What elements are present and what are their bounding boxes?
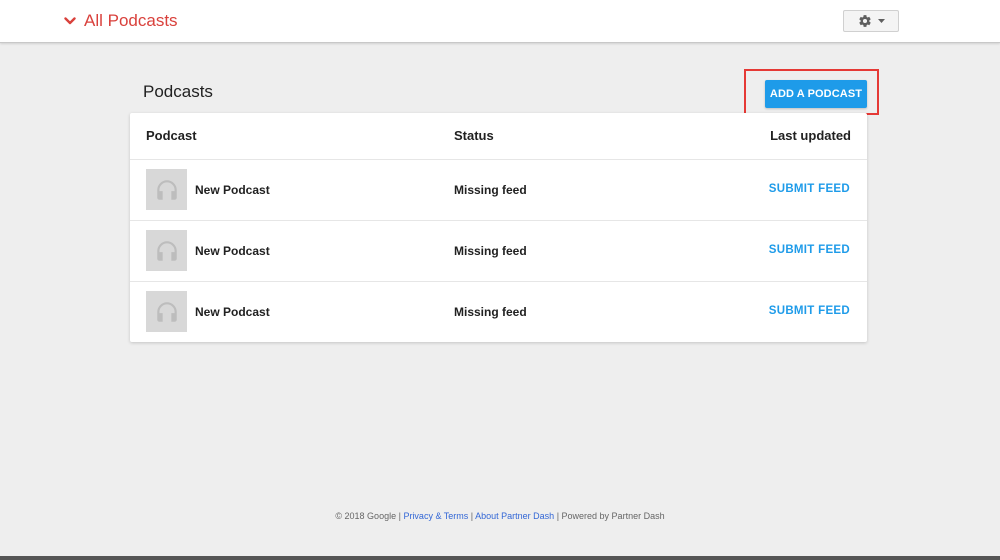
podcast-thumbnail (146, 291, 187, 332)
table-row[interactable]: New Podcast Missing feed SUBMIT FEED (130, 160, 867, 221)
podcast-name[interactable]: New Podcast (195, 183, 270, 197)
podcast-status: Missing feed (454, 244, 527, 258)
column-header-podcast: Podcast (146, 128, 197, 143)
podcasts-table: Podcast Status Last updated New Podcast … (130, 113, 867, 342)
table-header: Podcast Status Last updated (130, 113, 867, 160)
column-header-status: Status (454, 128, 494, 143)
about-partner-dash-link[interactable]: About Partner Dash (475, 511, 554, 521)
podcast-name[interactable]: New Podcast (195, 244, 270, 258)
headphones-icon (154, 177, 180, 203)
submit-feed-link[interactable]: SUBMIT FEED (769, 183, 850, 195)
table-row[interactable]: New Podcast Missing feed SUBMIT FEED (130, 282, 867, 342)
podcast-status: Missing feed (454, 183, 527, 197)
footer-separator: | (554, 511, 562, 521)
nav-title: All Podcasts (84, 11, 178, 30)
table-row[interactable]: New Podcast Missing feed SUBMIT FEED (130, 221, 867, 282)
podcast-thumbnail (146, 169, 187, 210)
settings-button[interactable] (843, 10, 899, 32)
podcast-status: Missing feed (454, 305, 527, 319)
submit-feed-link[interactable]: SUBMIT FEED (769, 244, 850, 256)
page-title: Podcasts (143, 82, 213, 101)
headphones-icon (154, 238, 180, 264)
privacy-terms-link[interactable]: Privacy & Terms (403, 511, 468, 521)
headphones-icon (154, 299, 180, 325)
caret-down-icon (877, 18, 885, 24)
column-header-last-updated: Last updated (770, 128, 851, 143)
window-bottom-edge (0, 556, 1000, 560)
footer-copyright: © 2018 Google (335, 511, 397, 521)
submit-feed-link[interactable]: SUBMIT FEED (769, 305, 850, 317)
footer-powered-by: Powered by Partner Dash (561, 511, 665, 521)
add-podcast-button[interactable]: ADD A PODCAST (765, 80, 867, 108)
podcast-name[interactable]: New Podcast (195, 305, 270, 319)
gear-icon (858, 14, 872, 28)
top-bar: All Podcasts (0, 0, 1000, 43)
footer: © 2018 Google | Privacy & Terms | About … (0, 511, 1000, 521)
all-podcasts-nav[interactable]: All Podcasts (64, 10, 178, 32)
chevron-down-icon (64, 16, 76, 26)
podcast-thumbnail (146, 230, 187, 271)
